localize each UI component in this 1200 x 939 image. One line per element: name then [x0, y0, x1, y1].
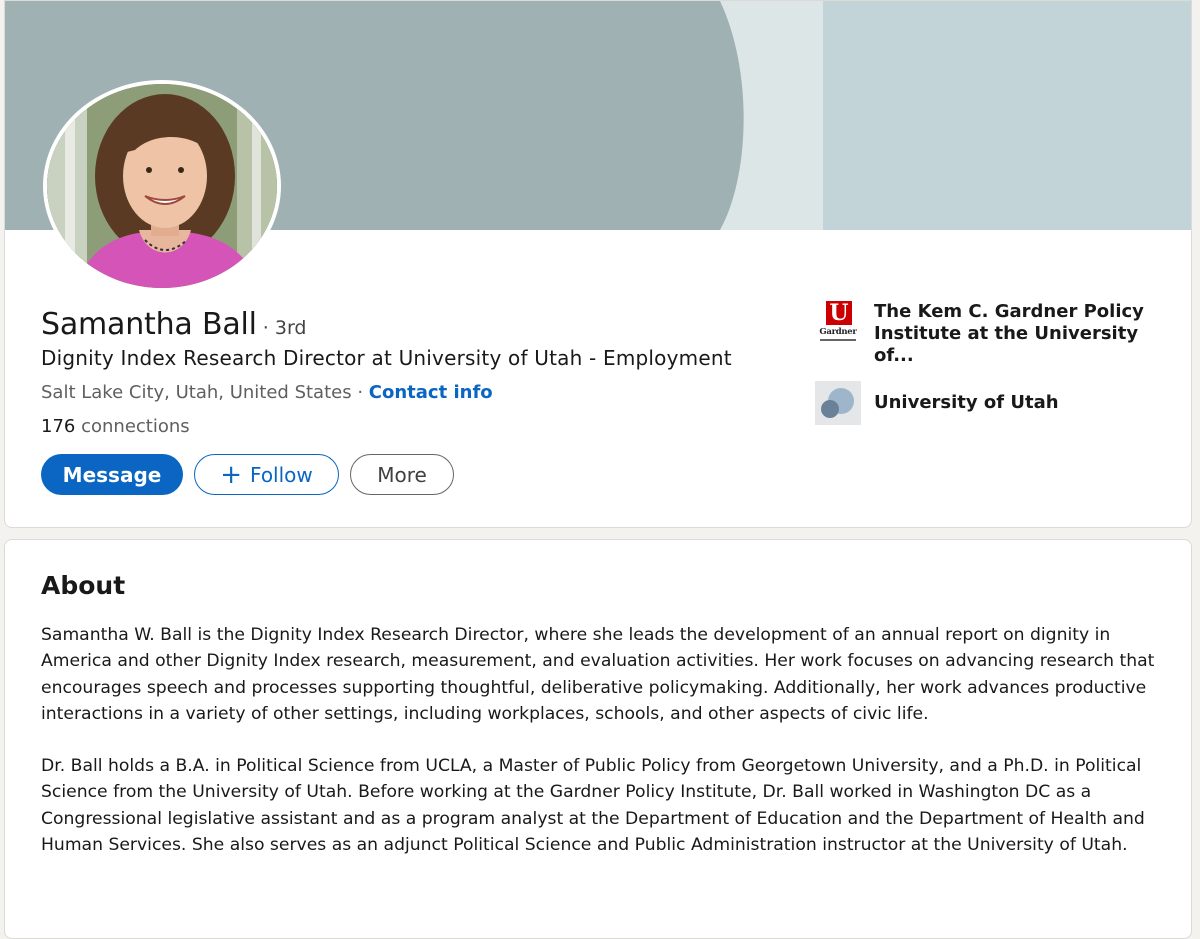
- profile-location-row: Salt Lake City, Utah, United States · Co…: [41, 382, 493, 403]
- contact-info-link[interactable]: Contact info: [369, 382, 493, 403]
- university-of-utah-gardner-logo: U Gardner: [815, 301, 861, 345]
- connections-count[interactable]: 176 connections: [41, 416, 190, 437]
- utah-u-letter: U: [826, 301, 852, 325]
- profile-organizations: U Gardner The Kem C. Gardner Policy Inst…: [815, 301, 1185, 439]
- follow-button[interactable]: + Follow: [194, 454, 339, 495]
- org-item-university-of-utah[interactable]: University of Utah: [815, 381, 1185, 425]
- about-heading: About: [41, 571, 126, 600]
- separator-dot: ·: [351, 382, 369, 403]
- more-button[interactable]: More: [350, 454, 454, 495]
- org-name-university-of-utah: University of Utah: [874, 392, 1059, 413]
- follow-label: Follow: [250, 462, 313, 487]
- org-name-gardner-institute: The Kem C. Gardner Policy Institute at t…: [874, 301, 1144, 366]
- profile-name-row: Samantha Ball · 3rd: [41, 307, 307, 342]
- about-card: About Samantha W. Ball is the Dignity In…: [4, 539, 1192, 939]
- org-item-gardner-institute[interactable]: U Gardner The Kem C. Gardner Policy Inst…: [815, 301, 1185, 367]
- connections-label: connections: [81, 416, 190, 437]
- connection-degree-badge: · 3rd: [262, 317, 307, 339]
- message-button[interactable]: Message: [41, 454, 183, 495]
- profile-photo[interactable]: [43, 80, 281, 292]
- gardner-logo-underline: [820, 339, 856, 341]
- about-paragraph: Samantha W. Ball is the Dignity Index Re…: [41, 625, 1155, 724]
- about-paragraph: Dr. Ball holds a B.A. in Political Scien…: [41, 756, 1145, 856]
- profile-headline: Dignity Index Research Director at Unive…: [41, 346, 732, 370]
- profile-top-card: Samantha Ball · 3rd Dignity Index Resear…: [4, 0, 1192, 528]
- profile-name: Samantha Ball: [41, 307, 257, 342]
- connections-number: 176: [41, 416, 76, 437]
- university-logo: [815, 381, 861, 425]
- plus-icon: +: [220, 459, 243, 490]
- gardner-logo-text: Gardner: [819, 327, 857, 337]
- about-text: Samantha W. Ball is the Dignity Index Re…: [41, 622, 1161, 884]
- profile-location: Salt Lake City, Utah, United States: [41, 382, 352, 403]
